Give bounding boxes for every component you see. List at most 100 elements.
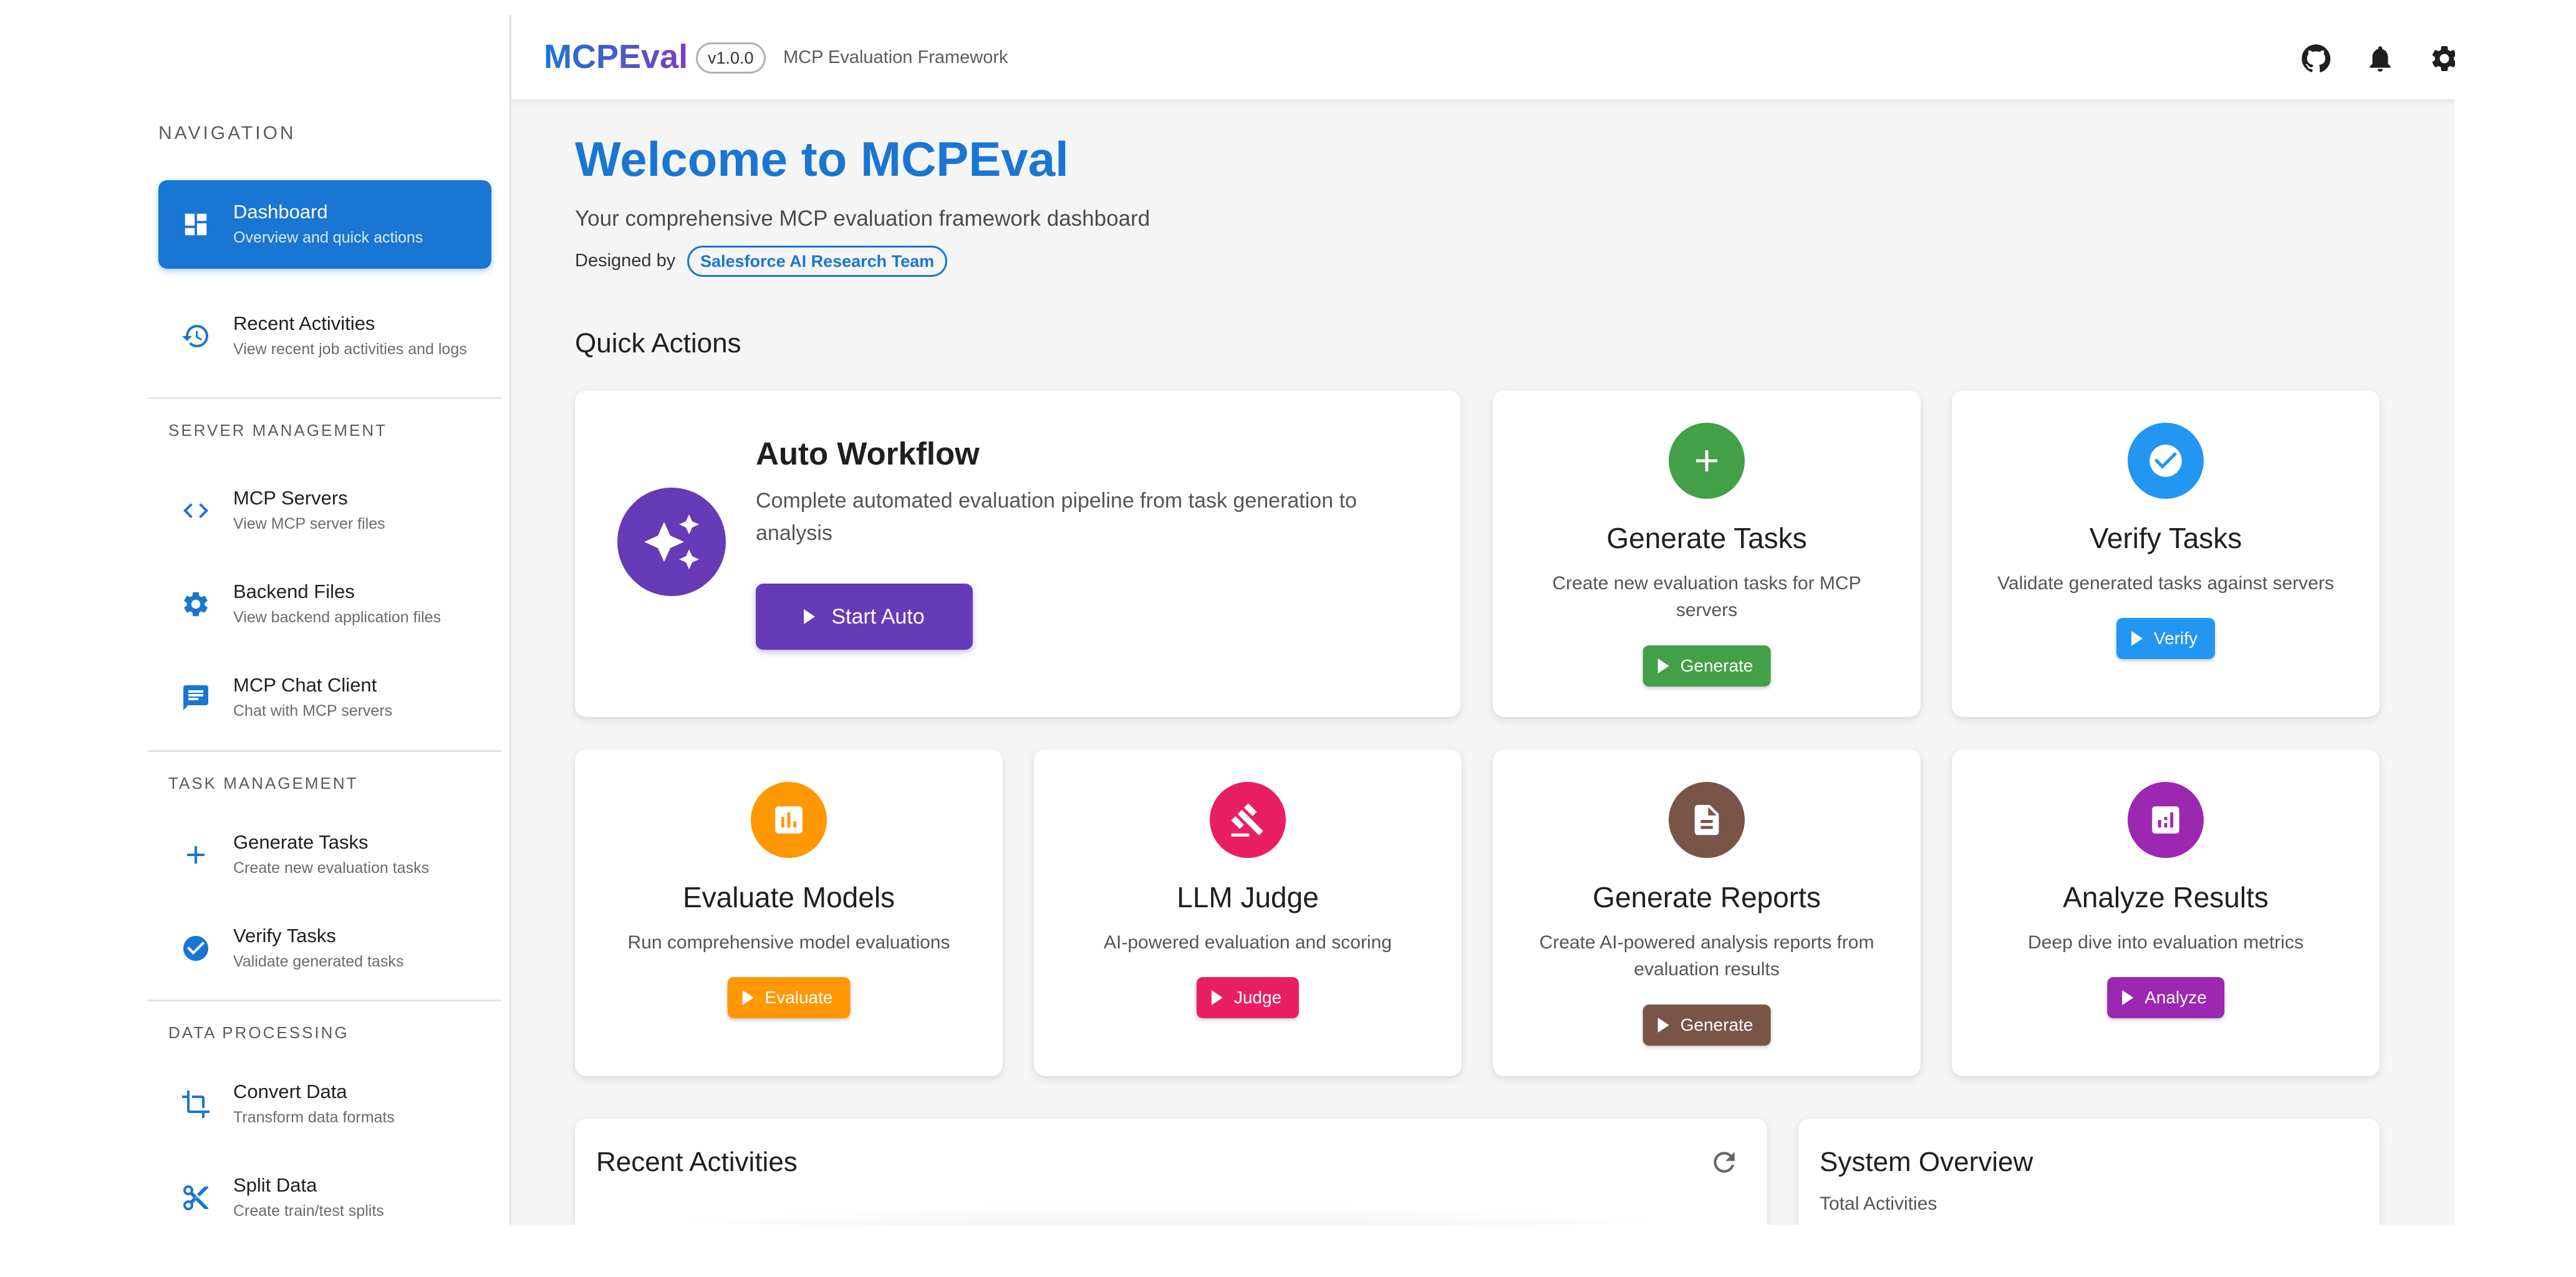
sidebar-item-title: Generate Tasks — [233, 831, 369, 853]
sidebar-item-title: Backend Files — [233, 580, 355, 602]
sidebar-item-recent-activities[interactable]: Recent Activities View recent job activi… — [158, 289, 491, 383]
sidebar-item-backend-files[interactable]: Backend Files View backend application f… — [158, 564, 491, 645]
sidebar-item-convert-data[interactable]: Convert Data Transform data formats — [158, 1064, 491, 1145]
sidebar-item-mcp-chat-client[interactable]: MCP Chat Client Chat with MCP servers — [158, 657, 491, 738]
judge-button[interactable]: Judge — [1196, 977, 1300, 1018]
sidebar-item-split-data[interactable]: Split Data Create train/test splits — [158, 1157, 491, 1225]
document-icon — [1669, 782, 1745, 858]
generate-reports-card: Generate Reports Create AI-powered analy… — [1493, 749, 1921, 1076]
sidebar-item-subtitle: Create train/test splits — [233, 1202, 384, 1220]
sidebar-item-title: Convert Data — [233, 1080, 347, 1102]
sidebar-item-title: MCP Chat Client — [233, 673, 377, 696]
sidebar: NAVIGATION Dashboard Overview and quick … — [138, 15, 511, 1225]
sidebar-item-verify-tasks[interactable]: Verify Tasks Validate generated tasks — [158, 908, 491, 989]
bell-icon[interactable] — [2363, 41, 2398, 76]
generate-reports-button[interactable]: Generate — [1643, 1005, 1771, 1046]
sidebar-item-title: Verify Tasks — [233, 924, 336, 947]
section-label-server-management: SERVER MANAGEMENT — [168, 421, 388, 440]
top-header: MCPEval v1.0.0 MCP Evaluation Framework — [511, 15, 2455, 101]
sidebar-item-title: Recent Activities — [233, 312, 375, 334]
history-icon — [180, 320, 212, 352]
sidebar-item-mcp-servers[interactable]: MCP Servers View MCP server files — [158, 470, 491, 551]
start-auto-label: Start Auto — [831, 604, 925, 629]
crop-icon — [180, 1088, 212, 1120]
section-label-data-processing: DATA PROCESSING — [168, 1023, 349, 1042]
button-label: Analyze — [2144, 988, 2207, 1007]
recent-activities-title: Recent Activities — [596, 1147, 798, 1177]
sidebar-item-subtitle: Create new evaluation tasks — [233, 859, 430, 877]
play-icon — [1657, 1018, 1669, 1033]
sidebar-item-subtitle: Chat with MCP servers — [233, 702, 393, 720]
play-icon — [2122, 990, 2134, 1005]
sidebar-item-subtitle: Transform data formats — [233, 1109, 395, 1127]
card-description: Validate generated tasks against servers — [1997, 573, 2334, 594]
code-icon — [180, 494, 212, 527]
main-content: Welcome to MCPEval Your comprehensive MC… — [511, 101, 2455, 1225]
total-activities-label: Total Activities — [1820, 1193, 1937, 1214]
analyze-button[interactable]: Analyze — [2107, 977, 2224, 1018]
button-label: Verify — [2153, 629, 2198, 648]
card-title: Generate Tasks — [1606, 522, 1807, 554]
sidebar-item-subtitle: View recent job activities and logs — [233, 340, 467, 359]
sidebar-item-title: Split Data — [233, 1173, 317, 1196]
verify-tasks-button[interactable]: Verify — [2116, 618, 2216, 659]
card-description: Deep dive into evaluation metrics — [2028, 932, 2303, 953]
sidebar-item-generate-tasks[interactable]: Generate Tasks Create new evaluation tas… — [158, 814, 491, 895]
card-title: Verify Tasks — [2089, 522, 2242, 554]
card-description: Run comprehensive model evaluations — [627, 932, 950, 953]
team-chip: Salesforce AI Research Team — [687, 246, 948, 277]
brand-logo[interactable]: MCPEval — [544, 37, 688, 76]
play-icon — [1211, 990, 1223, 1005]
evaluate-models-card: Evaluate Models Run comprehensive model … — [575, 749, 1003, 1076]
card-title: Generate Reports — [1593, 881, 1821, 913]
sidebar-heading: NAVIGATION — [158, 123, 296, 143]
evaluate-button[interactable]: Evaluate — [727, 977, 851, 1018]
dashboard-icon — [180, 208, 212, 241]
designed-by-label: Designed by — [575, 251, 676, 271]
sidebar-item-title: MCP Servers — [233, 486, 348, 509]
play-icon — [2131, 631, 2143, 646]
play-icon — [804, 609, 816, 624]
refresh-icon[interactable] — [1709, 1147, 1740, 1178]
plus-icon — [180, 839, 212, 871]
analytics-icon — [2128, 782, 2204, 858]
button-label: Generate — [1680, 1015, 1754, 1034]
generate-tasks-button[interactable]: Generate — [1643, 645, 1771, 687]
sidebar-divider — [148, 750, 501, 752]
llm-judge-card: LLM Judge AI-powered evaluation and scor… — [1034, 749, 1462, 1076]
recent-activities-panel: Recent Activities — [575, 1119, 1767, 1225]
auto-workflow-card: Auto Workflow Complete automated evaluat… — [575, 390, 1460, 717]
sidebar-item-title: Dashboard — [233, 200, 328, 223]
sidebar-item-subtitle: Overview and quick actions — [233, 229, 423, 247]
sparkle-icon — [617, 488, 726, 596]
header-subtitle: MCP Evaluation Framework — [783, 47, 1008, 67]
gear-icon[interactable] — [2427, 41, 2455, 76]
play-icon — [1657, 658, 1669, 673]
analyze-results-card: Analyze Results Deep dive into evaluatio… — [1952, 749, 2380, 1076]
start-auto-button[interactable]: Start Auto — [756, 584, 973, 650]
card-title: Evaluate Models — [682, 881, 895, 913]
check-circle-icon — [180, 932, 212, 965]
button-label: Judge — [1233, 988, 1282, 1007]
scissors-icon — [180, 1182, 212, 1214]
sidebar-item-dashboard[interactable]: Dashboard Overview and quick actions — [158, 180, 491, 269]
github-icon[interactable] — [2299, 41, 2333, 76]
plus-icon — [1669, 423, 1745, 499]
play-icon — [742, 990, 754, 1005]
card-title: Analyze Results — [2063, 881, 2269, 913]
card-title: LLM Judge — [1177, 881, 1319, 913]
auto-workflow-description: Complete automated evaluation pipeline f… — [756, 489, 1357, 545]
card-description: AI-powered evaluation and scoring — [1104, 932, 1392, 953]
sidebar-item-subtitle: View backend application files — [233, 609, 441, 627]
page-title: Welcome to MCPEval — [575, 132, 1069, 186]
generate-tasks-card: Generate Tasks Create new evaluation tas… — [1493, 390, 1921, 717]
page-subtitle: Your comprehensive MCP evaluation framew… — [575, 206, 1151, 231]
sidebar-item-subtitle: Validate generated tasks — [233, 953, 404, 971]
sidebar-item-subtitle: View MCP server files — [233, 515, 385, 533]
quick-actions-title: Quick Actions — [575, 328, 741, 359]
gavel-icon — [1210, 782, 1286, 858]
auto-workflow-title: Auto Workflow — [756, 436, 980, 471]
chat-icon — [180, 682, 212, 714]
verify-tasks-card: Verify Tasks Validate generated tasks ag… — [1952, 390, 2380, 717]
app-window: NAVIGATION Dashboard Overview and quick … — [138, 15, 2455, 1225]
